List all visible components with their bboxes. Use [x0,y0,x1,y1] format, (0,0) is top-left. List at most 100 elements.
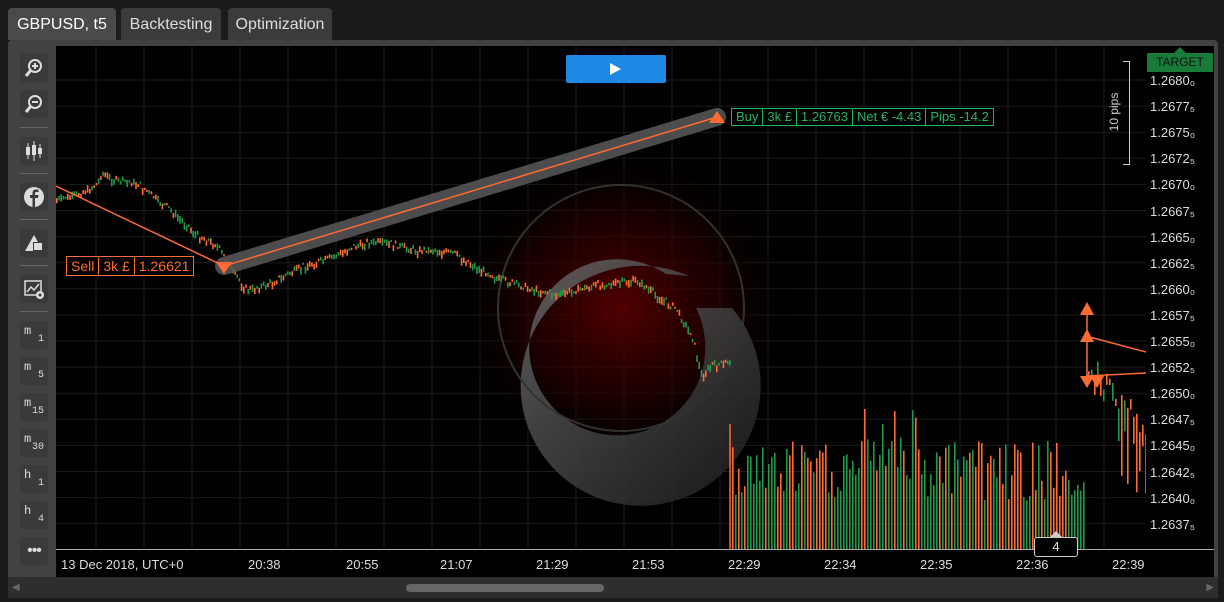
candle [368,242,370,249]
candle [430,249,432,253]
candle [1109,378,1111,385]
candle [792,441,794,549]
candle [669,306,672,310]
candle [700,369,703,377]
candle [680,318,683,324]
candle [570,289,573,297]
candle [849,469,851,549]
candle [355,245,357,250]
candle [696,355,698,362]
price-tick-label: 1.2670₀ [1150,177,1196,193]
candle [597,280,599,284]
candle [531,286,533,292]
candle [89,188,91,194]
candle [963,456,965,549]
candle [930,474,932,549]
candle [71,191,73,200]
candle [342,249,344,257]
candle [163,203,166,206]
candle [172,212,175,219]
candle [843,455,845,549]
candle [190,227,192,234]
candle [258,287,260,294]
timeframe-h1-button[interactable]: h1 [20,465,48,493]
candle [909,478,911,549]
sell-trade-label[interactable]: Sell 3k £ 1.26621 [66,256,195,276]
candle [1002,483,1004,549]
candle [60,194,62,202]
draw-tools-icon[interactable] [20,229,48,257]
candle [320,256,322,261]
candle [1121,395,1123,476]
play-button[interactable] [566,55,666,83]
candle [1017,449,1019,549]
candle [436,249,439,257]
buy-trade-label[interactable]: Buy 3k £ 1.26763 Net € -4.43 Pips -14.2 [731,108,994,126]
candle [346,249,348,256]
scroll-left-icon[interactable]: ◀ [12,582,20,593]
scroll-right-icon[interactable]: ▶ [1206,582,1214,593]
candle [601,282,604,289]
timeframe-m1-button[interactable]: m1 [20,321,48,349]
candlestick-icon[interactable] [20,137,48,165]
candle [117,177,120,182]
price-axis[interactable]: 1.2680₀ 1.2677₅ 1.2675₀ 1.2672₅ 1.2670₀ 1.266… [1146,46,1214,549]
candle [897,467,899,549]
candle [685,321,687,328]
timeframe-h4-button[interactable]: h4 [20,501,48,529]
candle [485,272,487,277]
candle [337,251,340,256]
candle [291,271,293,277]
candle [69,195,71,200]
horizontal-scrollbar[interactable]: ◀ ▶ [8,577,1218,598]
tab-gbpusd[interactable]: GBPUSD, t5 [8,8,116,40]
timeframe-m15-button[interactable]: m 15 [20,393,48,421]
candle [416,250,419,259]
candle [894,411,896,549]
marker-count-badge[interactable]: 4 [1034,531,1078,557]
timeframe-m5-button[interactable]: m5 [20,357,48,385]
timeframe-letter: m [24,396,32,410]
candle [698,361,700,369]
scrollbar-thumb[interactable] [406,584,604,592]
chart-settings-icon[interactable] [20,275,48,303]
candle [119,180,122,185]
time-tick-label: 20:38 [248,557,281,572]
candle [500,275,502,283]
timeframe-m30-button[interactable]: m 30 [20,429,48,457]
candle [954,442,956,549]
price-chart[interactable]: Sell 3k £ 1.26621 Buy 3k £ 1.26763 Net €… [56,46,1146,549]
candle [612,280,615,286]
candle [718,362,720,366]
candle [353,243,355,246]
candle [855,474,857,549]
candle [166,202,168,206]
candle [152,196,155,199]
candle [467,259,469,263]
candle [496,275,498,282]
candle [344,248,346,254]
candle [656,296,659,304]
candle [641,279,643,288]
buy-marker-icon [1080,329,1094,342]
more-options-button[interactable]: ••• [20,537,48,565]
facebook-icon[interactable] [20,183,48,211]
candle [212,243,214,250]
candle [168,205,170,209]
tab-backtesting[interactable]: Backtesting [121,8,221,40]
candle [825,444,827,549]
candle [555,292,557,300]
candle [639,282,641,288]
zoom-in-icon[interactable] [20,54,48,82]
candle [645,284,648,289]
candle [331,254,333,259]
candle [493,276,496,284]
tab-optimization[interactable]: Optimization [228,8,332,40]
zoom-out-icon[interactable] [20,90,48,118]
candle [148,189,150,194]
candle [535,285,538,292]
candle [783,490,785,549]
target-label[interactable]: TARGET [1147,47,1213,72]
candle [978,441,980,549]
candle [650,286,652,293]
